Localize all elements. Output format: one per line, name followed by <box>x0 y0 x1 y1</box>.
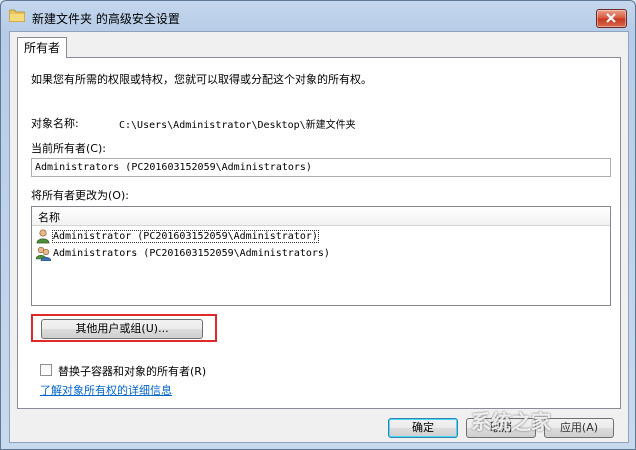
list-item-label: Administrator (PC201603152059\Administra… <box>52 230 319 243</box>
current-owner-label: 当前所有者(C): <box>31 142 106 155</box>
owner-tab-page: 如果您有所需的权限或特权，您就可以取得或分配这个对象的所有权。 对象名称: C:… <box>17 57 621 409</box>
window-title: 新建文件夹 的高级安全设置 <box>32 12 180 26</box>
current-owner-value: Administrators (PC201603152059\Administr… <box>35 162 312 173</box>
replace-owner-checkbox[interactable] <box>40 364 52 376</box>
ok-button[interactable]: 确定 <box>388 418 458 438</box>
close-icon <box>606 13 616 23</box>
advanced-security-dialog: 新建文件夹 的高级安全设置 所有者 如果您有所需的权限或特权，您就可以取得或分配… <box>0 0 636 450</box>
title-bar[interactable]: 新建文件夹 的高级安全设置 <box>1 1 635 31</box>
close-button[interactable] <box>596 9 627 28</box>
folder-icon <box>9 9 25 22</box>
intro-text: 如果您有所需的权限或特权，您就可以取得或分配这个对象的所有权。 <box>31 73 372 86</box>
user-icon <box>36 229 50 244</box>
tab-owner[interactable]: 所有者 <box>17 37 68 58</box>
other-users-or-groups-button[interactable]: 其他用户或组(U)... <box>41 319 203 339</box>
object-name-label: 对象名称: <box>31 117 79 130</box>
watermark: 系统之家 <box>471 410 551 434</box>
object-name-value: C:\Users\Administrator\Desktop\新建文件夹 <box>119 120 356 131</box>
apply-button[interactable]: 应用(A) <box>544 418 614 438</box>
dialog-client-area: 所有者 如果您有所需的权限或特权，您就可以取得或分配这个对象的所有权。 对象名称… <box>9 31 629 443</box>
list-item-label: Administrators (PC201603152059\Administr… <box>53 248 330 259</box>
replace-owner-label: 替换子容器和对象的所有者(R) <box>58 365 207 378</box>
owner-list[interactable]: 名称 Administrator (PC201603152059\Adminis… <box>31 206 611 306</box>
learn-more-link[interactable]: 了解对象所有权的详细信息 <box>40 382 172 398</box>
current-owner-field[interactable]: Administrators (PC201603152059\Administr… <box>31 158 611 177</box>
change-owner-label: 将所有者更改为(O): <box>31 189 129 202</box>
list-column-header[interactable]: 名称 <box>32 207 610 226</box>
column-name-header: 名称 <box>38 211 60 224</box>
group-icon <box>36 246 51 261</box>
